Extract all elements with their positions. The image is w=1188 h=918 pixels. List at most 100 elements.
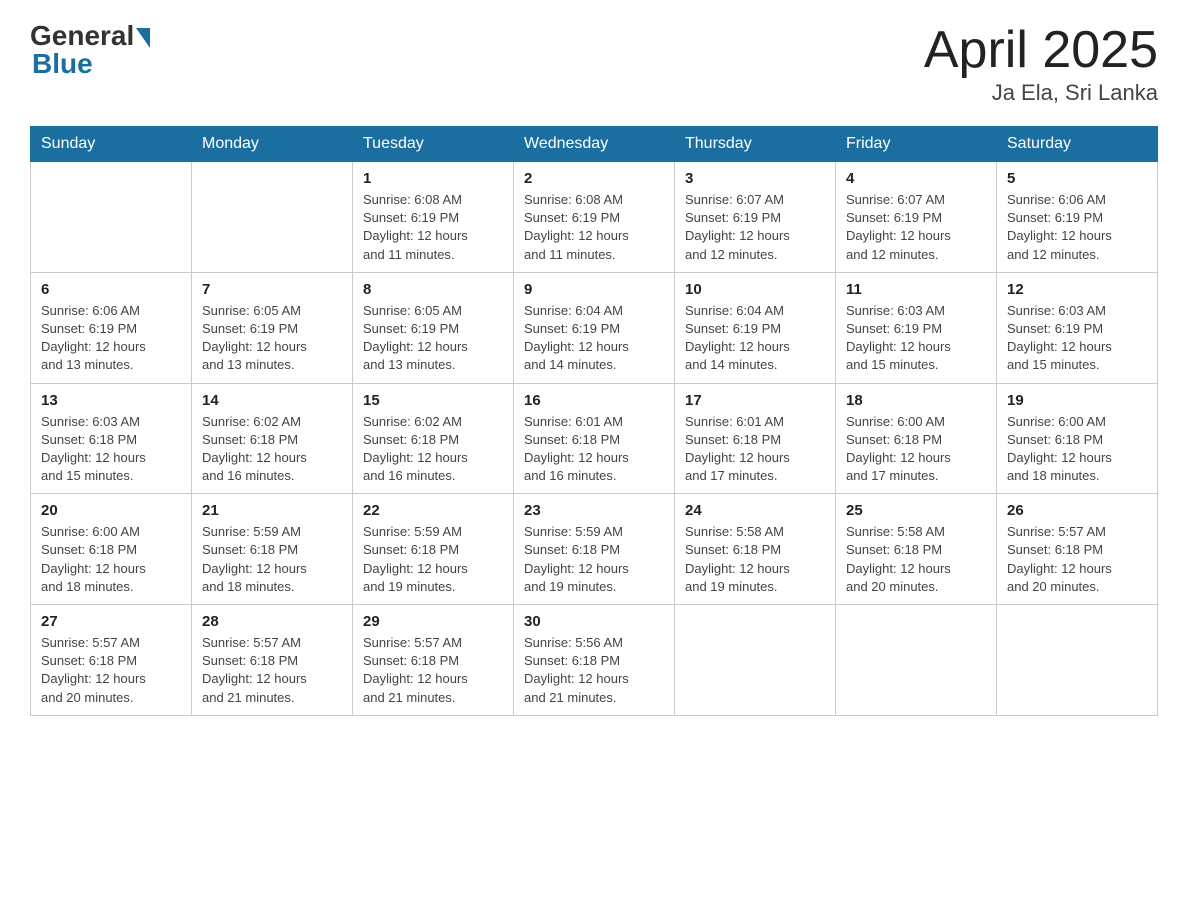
day-info: Sunrise: 5:57 AM Sunset: 6:18 PM Dayligh…: [1007, 523, 1147, 596]
calendar-cell: 11Sunrise: 6:03 AM Sunset: 6:19 PM Dayli…: [836, 272, 997, 383]
day-number: 6: [41, 281, 181, 298]
day-number: 12: [1007, 281, 1147, 298]
day-info: Sunrise: 6:05 AM Sunset: 6:19 PM Dayligh…: [363, 302, 503, 375]
logo: General Blue: [30, 20, 150, 80]
day-info: Sunrise: 5:58 AM Sunset: 6:18 PM Dayligh…: [846, 523, 986, 596]
day-number: 10: [685, 281, 825, 298]
day-info: Sunrise: 6:06 AM Sunset: 6:19 PM Dayligh…: [1007, 191, 1147, 264]
day-header-friday: Friday: [836, 127, 997, 162]
calendar-subtitle: Ja Ela, Sri Lanka: [924, 80, 1158, 106]
day-number: 17: [685, 392, 825, 409]
calendar-cell: 16 Sunrise: 6:01 AM Sunset: 6:18 PM Dayli…: [514, 383, 675, 494]
day-info: Sunrise: 6:01 AM Sunset: 6:18 PM Dayligh…: [524, 413, 664, 486]
week-row-1: 1 Sunrise: 6:08 AM Sunset: 6:19 PM Daylig…: [31, 162, 1158, 273]
calendar-title: April 2025: [924, 20, 1158, 80]
day-number: 18: [846, 392, 986, 409]
day-number: 28: [202, 613, 342, 630]
week-row-2: 6Sunrise: 6:06 AM Sunset: 6:19 PM Daylig…: [31, 272, 1158, 383]
day-number: 19: [1007, 392, 1147, 409]
day-header-sunday: Sunday: [31, 127, 192, 162]
day-info: Sunrise: 6:04 AM Sunset: 6:19 PM Dayligh…: [685, 302, 825, 375]
calendar-table: SundayMondayTuesdayWednesdayThursdayFrid…: [30, 126, 1158, 716]
day-header-saturday: Saturday: [997, 127, 1158, 162]
day-info: Sunrise: 6:03 AM Sunset: 6:19 PM Dayligh…: [846, 302, 986, 375]
calendar-cell: 14 Sunrise: 6:02 AM Sunset: 6:18 PM Dayli…: [192, 383, 353, 494]
calendar-cell: 21Sunrise: 5:59 AM Sunset: 6:18 PM Dayli…: [192, 494, 353, 605]
day-number: 27: [41, 613, 181, 630]
calendar-cell: 19 Sunrise: 6:00 AM Sunset: 6:18 PM Dayli…: [997, 383, 1158, 494]
calendar-cell: 15 Sunrise: 6:02 AM Sunset: 6:18 PM Dayli…: [353, 383, 514, 494]
day-number: 21: [202, 502, 342, 519]
calendar-cell: 20 Sunrise: 6:00 AM Sunset: 6:18 PM Dayli…: [31, 494, 192, 605]
day-info: Sunrise: 6:02 AM Sunset: 6:18 PM Dayligh…: [202, 413, 342, 486]
calendar-cell: 5 Sunrise: 6:06 AM Sunset: 6:19 PM Daylig…: [997, 162, 1158, 273]
calendar-cell: 12Sunrise: 6:03 AM Sunset: 6:19 PM Dayli…: [997, 272, 1158, 383]
day-header-tuesday: Tuesday: [353, 127, 514, 162]
calendar-cell: 26 Sunrise: 5:57 AM Sunset: 6:18 PM Dayli…: [997, 494, 1158, 605]
day-number: 1: [363, 170, 503, 187]
calendar-cell: [192, 162, 353, 273]
day-number: 8: [363, 281, 503, 298]
day-info: Sunrise: 6:00 AM Sunset: 6:18 PM Dayligh…: [846, 413, 986, 486]
week-row-5: 27 Sunrise: 5:57 AM Sunset: 6:18 PM Dayli…: [31, 605, 1158, 716]
day-info: Sunrise: 5:57 AM Sunset: 6:18 PM Dayligh…: [363, 634, 503, 707]
day-number: 24: [685, 502, 825, 519]
page-header: General Blue April 2025 Ja Ela, Sri Lank…: [30, 20, 1158, 106]
day-number: 7: [202, 281, 342, 298]
title-section: April 2025 Ja Ela, Sri Lanka: [924, 20, 1158, 106]
day-number: 9: [524, 281, 664, 298]
day-number: 5: [1007, 170, 1147, 187]
day-info: Sunrise: 5:57 AM Sunset: 6:18 PM Dayligh…: [202, 634, 342, 707]
calendar-cell: 18 Sunrise: 6:00 AM Sunset: 6:18 PM Dayli…: [836, 383, 997, 494]
calendar-cell: 17 Sunrise: 6:01 AM Sunset: 6:18 PM Dayli…: [675, 383, 836, 494]
day-info: Sunrise: 6:05 AM Sunset: 6:19 PM Dayligh…: [202, 302, 342, 375]
calendar-cell: 27 Sunrise: 5:57 AM Sunset: 6:18 PM Dayli…: [31, 605, 192, 716]
logo-blue-text: Blue: [30, 48, 93, 80]
day-info: Sunrise: 6:00 AM Sunset: 6:18 PM Dayligh…: [41, 523, 181, 596]
calendar-cell: 6Sunrise: 6:06 AM Sunset: 6:19 PM Daylig…: [31, 272, 192, 383]
calendar-cell: 1 Sunrise: 6:08 AM Sunset: 6:19 PM Daylig…: [353, 162, 514, 273]
calendar-cell: 9 Sunrise: 6:04 AM Sunset: 6:19 PM Daylig…: [514, 272, 675, 383]
calendar-cell: 24 Sunrise: 5:58 AM Sunset: 6:18 PM Dayli…: [675, 494, 836, 605]
day-number: 25: [846, 502, 986, 519]
day-number: 26: [1007, 502, 1147, 519]
week-row-3: 13Sunrise: 6:03 AM Sunset: 6:18 PM Dayli…: [31, 383, 1158, 494]
calendar-header: SundayMondayTuesdayWednesdayThursdayFrid…: [31, 127, 1158, 162]
logo-arrow-icon: [136, 28, 150, 48]
calendar-cell: [836, 605, 997, 716]
day-info: Sunrise: 5:58 AM Sunset: 6:18 PM Dayligh…: [685, 523, 825, 596]
day-header-monday: Monday: [192, 127, 353, 162]
calendar-cell: 10 Sunrise: 6:04 AM Sunset: 6:19 PM Dayli…: [675, 272, 836, 383]
calendar-cell: 28 Sunrise: 5:57 AM Sunset: 6:18 PM Dayli…: [192, 605, 353, 716]
day-info: Sunrise: 6:07 AM Sunset: 6:19 PM Dayligh…: [685, 191, 825, 264]
day-info: Sunrise: 6:00 AM Sunset: 6:18 PM Dayligh…: [1007, 413, 1147, 486]
days-header-row: SundayMondayTuesdayWednesdayThursdayFrid…: [31, 127, 1158, 162]
day-number: 20: [41, 502, 181, 519]
day-info: Sunrise: 5:56 AM Sunset: 6:18 PM Dayligh…: [524, 634, 664, 707]
calendar-cell: [31, 162, 192, 273]
day-number: 22: [363, 502, 503, 519]
day-header-thursday: Thursday: [675, 127, 836, 162]
calendar-cell: 3 Sunrise: 6:07 AM Sunset: 6:19 PM Daylig…: [675, 162, 836, 273]
day-info: Sunrise: 6:02 AM Sunset: 6:18 PM Dayligh…: [363, 413, 503, 486]
day-info: Sunrise: 6:08 AM Sunset: 6:19 PM Dayligh…: [363, 191, 503, 264]
calendar-cell: 2Sunrise: 6:08 AM Sunset: 6:19 PM Daylig…: [514, 162, 675, 273]
day-info: Sunrise: 6:01 AM Sunset: 6:18 PM Dayligh…: [685, 413, 825, 486]
day-number: 4: [846, 170, 986, 187]
calendar-cell: 23Sunrise: 5:59 AM Sunset: 6:18 PM Dayli…: [514, 494, 675, 605]
day-info: Sunrise: 6:04 AM Sunset: 6:19 PM Dayligh…: [524, 302, 664, 375]
calendar-cell: 30 Sunrise: 5:56 AM Sunset: 6:18 PM Dayli…: [514, 605, 675, 716]
day-number: 29: [363, 613, 503, 630]
calendar-cell: [675, 605, 836, 716]
day-number: 30: [524, 613, 664, 630]
day-number: 16: [524, 392, 664, 409]
day-info: Sunrise: 5:57 AM Sunset: 6:18 PM Dayligh…: [41, 634, 181, 707]
day-number: 13: [41, 392, 181, 409]
day-number: 14: [202, 392, 342, 409]
calendar-cell: 22Sunrise: 5:59 AM Sunset: 6:18 PM Dayli…: [353, 494, 514, 605]
day-info: Sunrise: 5:59 AM Sunset: 6:18 PM Dayligh…: [524, 523, 664, 596]
week-row-4: 20 Sunrise: 6:00 AM Sunset: 6:18 PM Dayli…: [31, 494, 1158, 605]
day-number: 15: [363, 392, 503, 409]
calendar-body: 1 Sunrise: 6:08 AM Sunset: 6:19 PM Daylig…: [31, 162, 1158, 716]
day-number: 3: [685, 170, 825, 187]
